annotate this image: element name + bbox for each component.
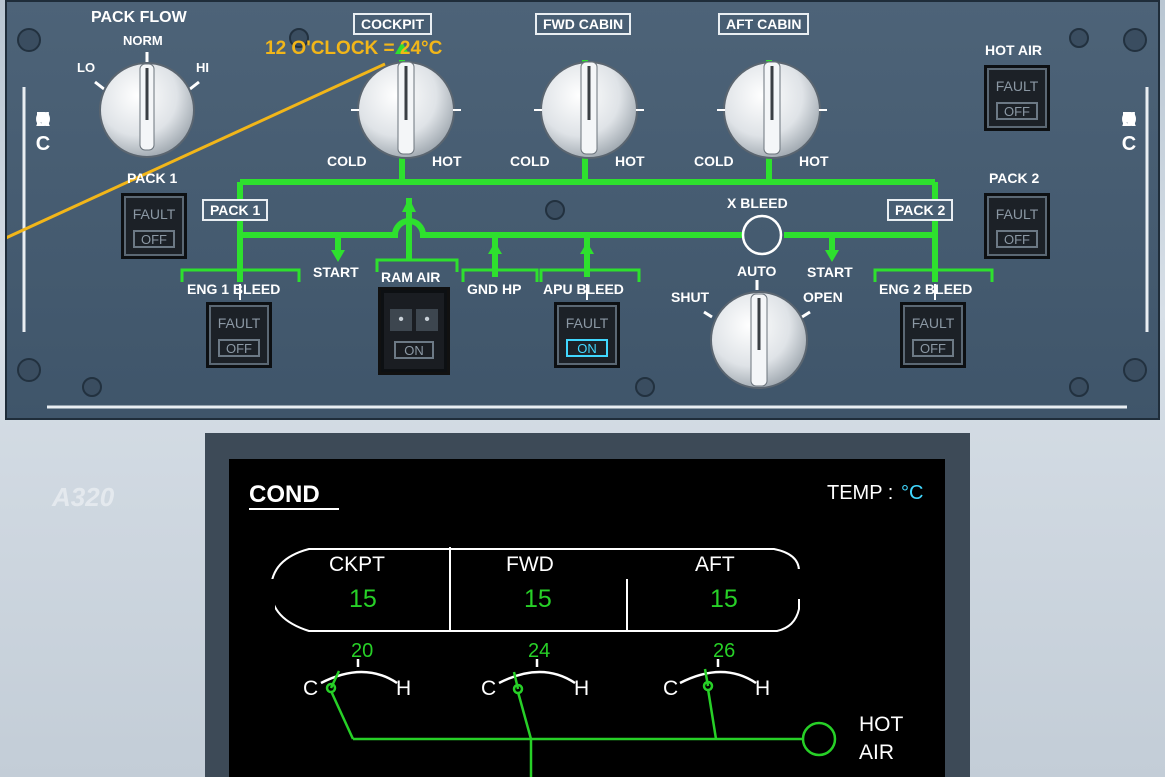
pack2-box-label: PACK 2 [887, 199, 954, 221]
fwd-zone-name: FWD [506, 553, 554, 576]
background-watermark: A320 [52, 482, 115, 512]
hot-air-line1: HOT [859, 713, 904, 736]
ecam-cond-page: COND TEMP : °C CKPT 15 FWD 15 AFT 15 20 … [229, 459, 945, 777]
ckpt-target-temp: 20 [351, 640, 374, 662]
eng1-bleed-fault-light: FAULT [217, 315, 261, 331]
eng1-bleed-state-light: OFF [218, 339, 260, 357]
temp-unit-value: °C [901, 482, 924, 504]
x-bleed-auto-label: AUTO [737, 263, 777, 279]
x-bleed-valve-icon [741, 214, 783, 256]
fwd-target-temp: 24 [528, 640, 551, 662]
apu-bleed-fault-light: FAULT [565, 315, 609, 331]
aft-cabin-temp-selector[interactable] [724, 62, 820, 158]
pack2-pushbutton[interactable]: FAULT OFF [984, 193, 1050, 259]
pack2-fault-light: FAULT [995, 206, 1039, 222]
apu-bleed-label: APU BLEED [543, 281, 624, 297]
eng2-bleed-label: ENG 2 BLEED [879, 281, 973, 297]
aft-zone-name: AFT [695, 553, 735, 576]
aft-zone-temp: 15 [710, 585, 738, 613]
ckpt-zone-temp: 15 [349, 585, 377, 613]
pack1-fault-light: FAULT [132, 206, 176, 222]
aft-cold-label: COLD [694, 153, 734, 169]
x-bleed-selector[interactable] [711, 292, 807, 388]
pack-flow-hi-label: HI [196, 60, 209, 75]
x-bleed-label: X BLEED [727, 195, 788, 211]
aft-gauge-cold-label: C [663, 677, 679, 700]
temp-unit-label: TEMP : [827, 482, 894, 504]
eng2-bleed-fault-light: FAULT [911, 315, 955, 331]
pack-flow-lo-label: LO [77, 60, 96, 75]
x-bleed-shut-label: SHUT [671, 289, 710, 305]
ecam-display-bezel: COND TEMP : °C CKPT 15 FWD 15 AFT 15 20 … [205, 433, 970, 777]
fwd-cabin-zone-label: FWD CABIN [535, 13, 632, 35]
hot-air-pushbutton[interactable]: FAULT OFF [984, 65, 1050, 131]
aft-target-temp: 26 [713, 640, 736, 662]
ecam-graphics [249, 508, 837, 777]
fwd-cabin-temp-selector[interactable] [541, 62, 637, 158]
gnd-hp-label: GND HP [467, 281, 522, 297]
pack2-label: PACK 2 [989, 170, 1040, 186]
air-cond-overhead-panel: A I R C O N D A I R C O N D PACK FLOW NO… [5, 0, 1160, 420]
eng2-bleed-state-light: OFF [912, 339, 954, 357]
pack1-pushbutton[interactable]: FAULT OFF [121, 193, 187, 259]
cockpit-zone-label: COCKPIT [353, 13, 432, 35]
cond-page-title: COND [249, 481, 320, 508]
eng2-bleed-pushbutton[interactable]: FAULT OFF [900, 302, 966, 368]
fwd-gauge-hot-label: H [574, 677, 590, 700]
aft-hot-label: HOT [799, 153, 829, 169]
pack1-label: PACK 1 [127, 170, 178, 186]
aft-cabin-zone-label: AFT CABIN [718, 13, 810, 35]
start-left-label: START [313, 264, 359, 280]
fwd-gauge-cold-label: C [481, 677, 497, 700]
pack2-state-light: OFF [996, 230, 1038, 248]
apu-bleed-pushbutton[interactable]: FAULT ON [554, 302, 620, 368]
ckpt-gauge-cold-label: C [303, 677, 319, 700]
ram-air-state-light: ON [394, 341, 434, 359]
fwd-hot-label: HOT [615, 153, 645, 169]
cockpit-cold-label: COLD [327, 153, 367, 169]
pack1-box-label: PACK 1 [202, 199, 269, 221]
eng1-bleed-pushbutton[interactable]: FAULT OFF [206, 302, 272, 368]
aft-gauge-hot-label: H [755, 677, 771, 700]
knob-annotation-text: 12 O'CLOCK = 24°C [265, 38, 443, 59]
pack-flow-selector[interactable] [100, 63, 194, 157]
ram-air-guard-right-icon: • [416, 309, 438, 331]
hot-air-fault-light: FAULT [995, 78, 1039, 94]
pack1-state-light: OFF [133, 230, 175, 248]
ram-air-label: RAM AIR [381, 269, 441, 285]
apu-bleed-state-light: ON [566, 339, 608, 357]
eng1-bleed-label: ENG 1 BLEED [187, 281, 281, 297]
cockpit-hot-label: HOT [432, 153, 462, 169]
hot-air-label: HOT AIR [985, 42, 1043, 58]
pack-flow-norm-label: NORM [123, 33, 163, 48]
start-right-label: START [807, 264, 853, 280]
x-bleed-open-label: OPEN [803, 289, 843, 305]
hot-air-line2: AIR [859, 741, 895, 764]
ckpt-gauge-hot-label: H [396, 677, 412, 700]
hot-air-state-light: OFF [996, 102, 1038, 120]
fwd-cold-label: COLD [510, 153, 550, 169]
ram-air-guarded-pushbutton[interactable]: • • ON [381, 290, 447, 372]
ckpt-zone-name: CKPT [329, 553, 386, 576]
cockpit-temp-selector[interactable] [358, 62, 454, 158]
ram-air-guard-left-icon: • [390, 309, 412, 331]
pack-flow-title: PACK FLOW [91, 9, 187, 26]
fwd-zone-temp: 15 [524, 585, 552, 613]
